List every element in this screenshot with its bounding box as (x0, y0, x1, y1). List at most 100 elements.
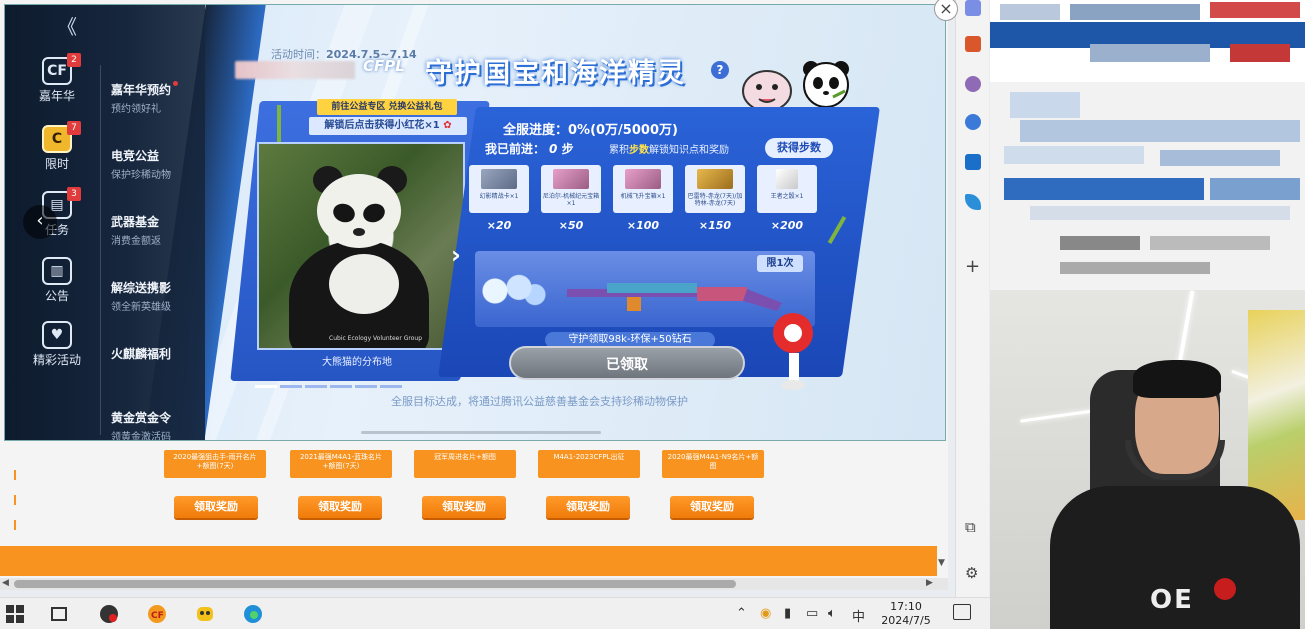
game-event-popup: 《 CF 嘉年华 2 C 限时 7 ▤ 任务 3 ▥ 公告 ♥ 精彩活动 嘉年华… (4, 4, 946, 441)
scroll-down-icon[interactable]: ▼ (938, 558, 945, 568)
page-title: 守护国宝和海洋精灵 (425, 58, 686, 89)
nav-tab-label: 公告 (44, 289, 69, 303)
get-steps-button[interactable]: 获得步数 (765, 138, 833, 158)
highlights-icon: ♥ (42, 321, 72, 349)
task-view-icon[interactable] (48, 604, 70, 624)
reward-name: 巴雷特-赤龙(7天)/加特林-赤龙(7天) (687, 193, 743, 207)
nav-item-title: 解综送携影 (111, 281, 172, 295)
event-time-value: 2024.7.5~7.14 (326, 48, 417, 61)
app-recorder-icon[interactable] (98, 604, 120, 624)
step-cost: ×100 (626, 219, 660, 232)
hint-prefix: 累积 (609, 145, 629, 156)
claim-reward-button[interactable]: 领取奖励 (422, 496, 506, 518)
nav-tab-carnival[interactable]: CF 嘉年华 2 (27, 53, 87, 104)
step-reward[interactable]: 机械飞升宝箱×1 (613, 165, 673, 213)
claim-reward-button[interactable]: 领取奖励 (670, 496, 754, 518)
count-badge: 3 (67, 187, 81, 201)
photo-credit: Cubic Ecology Volunteer Group (329, 335, 422, 342)
people-icon[interactable] (965, 76, 981, 92)
network-icon[interactable]: ▭ (806, 606, 818, 621)
office-icon[interactable] (965, 114, 981, 130)
windows-start-icon[interactable] (4, 604, 26, 624)
edge-browser-icon[interactable] (242, 604, 264, 624)
volume-icon[interactable]: 🔈︎ (828, 606, 836, 621)
nav-tab-label: 精彩活动 (32, 353, 81, 367)
claim-reward-button[interactable]: 领取奖励 (546, 496, 630, 518)
pixelated-chat-panel (990, 0, 1305, 290)
back-button[interactable]: ‹ (23, 205, 57, 239)
hint-highlight: 步数 (629, 145, 649, 156)
unlock-hint: 解锁后点击获得小红花×1 ✿ (309, 117, 467, 135)
new-dot-icon (173, 81, 179, 86)
nav-tab-label: 限时 (44, 157, 69, 171)
popup-scrollbar[interactable] (361, 431, 601, 434)
collapse-icon[interactable]: 《 (57, 11, 77, 40)
browser-sidebar: + ⧉ ⚙ (955, 0, 989, 600)
shirt-logo: OE (1150, 585, 1194, 615)
nav-item-weapon-fund[interactable]: 武器基金 消费金额返 (111, 213, 161, 247)
add-icon[interactable]: + (965, 256, 980, 277)
shopping-icon[interactable] (965, 36, 981, 52)
reward-card: 2021最强M4A1-蓝珠名片+额图(7天) (290, 450, 392, 478)
nav-item-title: 电竞公益 (111, 149, 160, 163)
nav-item-subtitle: 领全新英雄级 (111, 302, 171, 313)
copilot-icon[interactable] (965, 0, 981, 16)
chevron-right-icon[interactable]: › (451, 241, 461, 269)
steps-hint: 累积步数解锁知识点和奖励 (609, 141, 729, 156)
help-icon[interactable]: ? (711, 61, 729, 79)
nav-item-subtitle: 预约领好礼 (111, 104, 161, 115)
decorative-dash (14, 495, 16, 505)
system-clock[interactable]: 17:10 2024/7/5 (876, 600, 936, 628)
scroll-right-icon[interactable]: ▶ (926, 578, 933, 588)
game-helper-icon[interactable] (194, 604, 216, 624)
server-progress: 全服进度：0%(0万/5000万) (503, 123, 678, 138)
step-reward[interactable]: 王者之骰×1 (757, 165, 817, 213)
input-method-indicator[interactable]: 中 (852, 606, 865, 625)
nav-item-subtitle: 消费金额返 (111, 236, 161, 247)
chevron-up-icon[interactable]: ⌃ (736, 606, 747, 621)
decorative-dash (14, 520, 16, 530)
microphone-icon[interactable]: ▮ (784, 606, 791, 621)
charity-zone-link[interactable]: 前往公益专区 兑换公益礼包 (317, 99, 457, 115)
streamer-webcam: OE (990, 290, 1305, 629)
nav-item-title: 嘉年华预约 (111, 83, 172, 97)
red-flower-icon: ✿ (443, 120, 452, 131)
scrollbar-thumb[interactable] (14, 580, 736, 588)
reward-card: 2020最强M4A1-N9名片+额图 (662, 450, 764, 478)
nav-item-gold-bounty[interactable]: 黄金赏金令 领黄金激活码 (111, 409, 171, 440)
svg-text:CF: CF (151, 611, 164, 621)
outlook-icon[interactable] (965, 154, 981, 170)
nav-item-carnival-reserve[interactable]: 嘉年华预约 预约领好礼 (111, 81, 179, 115)
screenshot-icon[interactable]: ⧉ (965, 518, 976, 536)
nav-item-esports-charity[interactable]: 电竞公益 保护珍稀动物 (111, 147, 171, 181)
gear-icon[interactable]: ⚙ (965, 564, 978, 582)
step-cost: ×150 (698, 219, 732, 232)
scroll-left-icon[interactable]: ◀ (2, 578, 9, 588)
nav-item-fire-qilin[interactable]: 火麒麟福利 (111, 345, 171, 362)
nav-tab-limited[interactable]: C 限时 7 (27, 121, 87, 172)
claimed-button[interactable]: 已领取 (509, 346, 745, 380)
claim-reward-button[interactable]: 领取奖励 (174, 496, 258, 518)
reward-name: 幻影精战卡×1 (479, 193, 519, 200)
desktop-screen: 2020最强狙击手-雨开名片+额图(7天) 2021最强M4A1-蓝珠名片+额图… (0, 0, 1305, 629)
event-time-label: 活动时间： (271, 48, 326, 61)
step-reward[interactable]: 尼泊尔-机械纪元宝箱×1 (541, 165, 601, 213)
nav-tab-highlights[interactable]: ♥ 精彩活动 (27, 321, 87, 368)
send-icon[interactable] (965, 194, 981, 210)
nav-divider (100, 65, 101, 435)
panda-photo: Cubic Ecology Volunteer Group (257, 142, 465, 350)
reward-card: M4A1-2023CFPL出征 (538, 450, 640, 478)
nav-item-title: 火麒麟福利 (111, 347, 172, 361)
claim-reward-button[interactable]: 领取奖励 (298, 496, 382, 518)
nav-tab-announcement[interactable]: ▥ 公告 (27, 257, 87, 304)
tray-app-icon[interactable]: ◉ (760, 606, 771, 621)
nav-item-unlock-shadow[interactable]: 解综送携影 领全新英雄级 (111, 279, 171, 313)
crossfire-icon[interactable]: CF (146, 604, 168, 624)
step-reward[interactable]: 幻影精战卡×1 (469, 165, 529, 213)
step-reward[interactable]: 巴雷特-赤龙(7天)/加特林-赤龙(7天) (685, 165, 745, 213)
step-cost: ×20 (486, 219, 512, 232)
horizontal-scrollbar[interactable]: ◀ ▶ (0, 578, 948, 590)
reward-name: 机械飞升宝箱×1 (620, 193, 666, 200)
notification-icon[interactable] (953, 604, 971, 620)
carousel-dots[interactable] (255, 373, 455, 388)
